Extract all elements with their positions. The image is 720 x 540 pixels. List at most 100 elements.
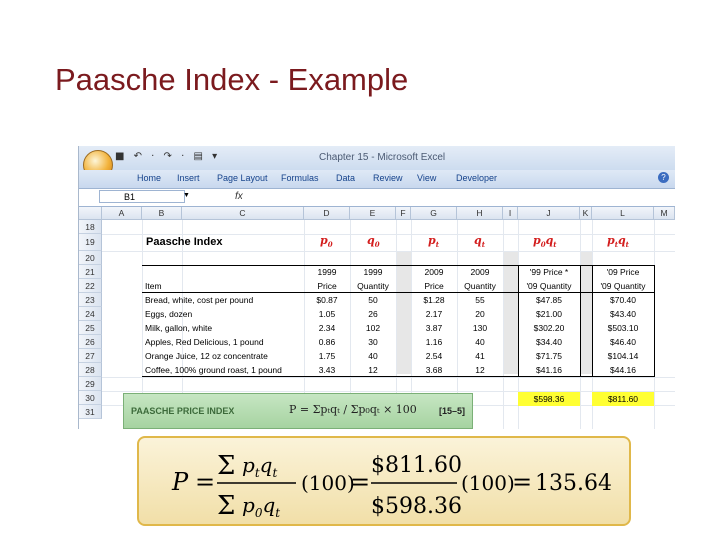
- column-header-j[interactable]: J: [518, 207, 580, 220]
- chevron-down-icon[interactable]: ▼: [183, 192, 190, 199]
- var-header: q0: [367, 234, 380, 250]
- quantity-2009-cell[interactable]: 20: [457, 309, 503, 319]
- ptqt-cell[interactable]: $104.14: [592, 351, 654, 361]
- quantity-2009-cell[interactable]: 130: [457, 323, 503, 333]
- gridline: [102, 234, 675, 235]
- row-header-29[interactable]: 29: [79, 377, 102, 391]
- column-header-g[interactable]: G: [411, 207, 457, 220]
- column-header-f[interactable]: F: [396, 207, 411, 220]
- p0qt-cell[interactable]: $302.20: [518, 323, 580, 333]
- row-header-24[interactable]: 24: [79, 307, 102, 321]
- price-2009-cell[interactable]: $1.28: [411, 295, 457, 305]
- row-header-26[interactable]: 26: [79, 335, 102, 349]
- table-border: [142, 265, 654, 266]
- row-header-23[interactable]: 23: [79, 293, 102, 307]
- tab-page-layout[interactable]: Page Layout: [217, 173, 268, 183]
- row-header-22[interactable]: 22: [79, 279, 102, 293]
- fx-icon[interactable]: fx: [235, 191, 243, 202]
- ptqt-cell[interactable]: $70.40: [592, 295, 654, 305]
- row-header-20[interactable]: 20: [79, 251, 102, 265]
- price-2009-cell[interactable]: 2.17: [411, 309, 457, 319]
- quick-access-toolbar[interactable]: ■ ↶ · ↷ · ▤ ▾: [115, 151, 220, 162]
- row-header-19[interactable]: 19: [79, 234, 102, 251]
- p0qt-cell[interactable]: $21.00: [518, 309, 580, 319]
- table-border: [580, 265, 581, 377]
- column-header-m[interactable]: M: [654, 207, 675, 220]
- tab-review[interactable]: Review: [373, 173, 403, 183]
- denominator-value: $598.36: [371, 494, 462, 519]
- total-p0qt-cell[interactable]: $598.36: [518, 392, 580, 406]
- column-heading: 1999: [363, 267, 383, 277]
- p0qt-cell[interactable]: $71.75: [518, 351, 580, 361]
- quantity-1999-cell[interactable]: 102: [350, 323, 396, 333]
- ptqt-cell[interactable]: $44.16: [592, 365, 654, 375]
- price-1999-cell[interactable]: $0.87: [304, 295, 350, 305]
- select-all-corner[interactable]: [79, 207, 102, 220]
- quantity-2009-cell[interactable]: 12: [457, 365, 503, 375]
- price-2009-cell[interactable]: 2.54: [411, 351, 457, 361]
- item-cell[interactable]: Apples, Red Delicious, 1 pound: [145, 337, 264, 347]
- item-cell[interactable]: Orange Juice, 12 oz concentrate: [145, 351, 268, 361]
- column-header-c[interactable]: C: [182, 207, 304, 220]
- ptqt-cell[interactable]: $46.40: [592, 337, 654, 347]
- tab-formulas[interactable]: Formulas: [281, 173, 319, 183]
- price-1999-cell[interactable]: 1.05: [304, 309, 350, 319]
- paasche-formula: P = Σ ptqt Σ p0qt (100) = $811.60 $598.3…: [171, 451, 612, 521]
- quantity-2009-cell[interactable]: 41: [457, 351, 503, 361]
- tab-view[interactable]: View: [417, 173, 436, 183]
- price-1999-cell[interactable]: 3.43: [304, 365, 350, 375]
- column-header-l[interactable]: L: [592, 207, 654, 220]
- row-header-18[interactable]: 18: [79, 220, 102, 234]
- name-box[interactable]: B1: [99, 190, 185, 203]
- price-2009-cell[interactable]: 3.87: [411, 323, 457, 333]
- row-header-21[interactable]: 21: [79, 265, 102, 279]
- item-cell[interactable]: Eggs, dozen: [145, 309, 192, 319]
- item-cell[interactable]: Milk, gallon, white: [145, 323, 212, 333]
- formula-result: 135.64: [535, 471, 612, 496]
- column-header-e[interactable]: E: [350, 207, 396, 220]
- p0qt-cell[interactable]: $41.16: [518, 365, 580, 375]
- row-header-27[interactable]: 27: [79, 349, 102, 363]
- p0qt-cell[interactable]: $47.85: [518, 295, 580, 305]
- textbook-formula-label: PAASCHE PRICE INDEX: [131, 406, 235, 416]
- price-1999-cell[interactable]: 1.75: [304, 351, 350, 361]
- price-1999-cell[interactable]: 2.34: [304, 323, 350, 333]
- ptqt-cell[interactable]: $503.10: [592, 323, 654, 333]
- row-header-30[interactable]: 30: [79, 391, 102, 405]
- price-2009-cell[interactable]: 1.16: [411, 337, 457, 347]
- quantity-1999-cell[interactable]: 40: [350, 351, 396, 361]
- column-header-d[interactable]: D: [304, 207, 350, 220]
- item-cell[interactable]: Bread, white, cost per pound: [145, 295, 253, 305]
- total-ptqt-cell[interactable]: $811.60: [592, 392, 654, 406]
- column-header-a[interactable]: A: [102, 207, 142, 220]
- row-header-31[interactable]: 31: [79, 405, 102, 419]
- item-cell[interactable]: Coffee, 100% ground roast, 1 pound: [145, 365, 282, 375]
- formula-lhs: P: [171, 468, 189, 496]
- quantity-1999-cell[interactable]: 30: [350, 337, 396, 347]
- ptqt-cell[interactable]: $43.40: [592, 309, 654, 319]
- quantity-2009-cell[interactable]: 40: [457, 337, 503, 347]
- tab-developer[interactable]: Developer: [456, 173, 497, 183]
- row-header-25[interactable]: 25: [79, 321, 102, 335]
- var-header: p0: [320, 234, 333, 250]
- help-icon[interactable]: ?: [658, 172, 669, 183]
- tab-data[interactable]: Data: [336, 173, 355, 183]
- column-header-b[interactable]: B: [142, 207, 182, 220]
- tab-insert[interactable]: Insert: [177, 173, 200, 183]
- tab-home[interactable]: Home: [137, 173, 161, 183]
- price-2009-cell[interactable]: 3.68: [411, 365, 457, 375]
- column-header-k[interactable]: K: [580, 207, 592, 220]
- quantity-1999-cell[interactable]: 12: [350, 365, 396, 375]
- column-header-h[interactable]: H: [457, 207, 503, 220]
- column-header-i[interactable]: I: [503, 207, 518, 220]
- quantity-1999-cell[interactable]: 50: [350, 295, 396, 305]
- excel-window: ■ ↶ · ↷ · ▤ ▾ Chapter 15 - Microsoft Exc…: [78, 146, 675, 429]
- price-1999-cell[interactable]: 0.86: [304, 337, 350, 347]
- quantity-2009-cell[interactable]: 55: [457, 295, 503, 305]
- quantity-1999-cell[interactable]: 26: [350, 309, 396, 319]
- p0qt-cell[interactable]: $34.40: [518, 337, 580, 347]
- row-header-28[interactable]: 28: [79, 363, 102, 377]
- var-header: p0qt: [533, 234, 557, 250]
- spacer-column-k: [580, 251, 592, 374]
- ribbon-tabs: Home Insert Page Layout Formulas Data Re…: [79, 170, 675, 189]
